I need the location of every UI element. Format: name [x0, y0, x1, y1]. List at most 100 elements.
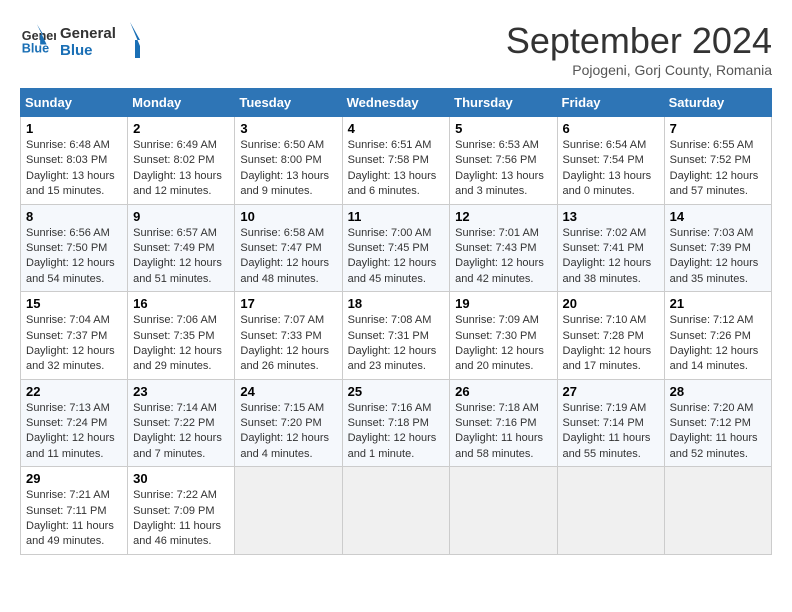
- calendar-cell: 24 Sunrise: 7:15 AMSunset: 7:20 PMDayligh…: [235, 379, 342, 467]
- calendar-cell: 16 Sunrise: 7:06 AMSunset: 7:35 PMDayligh…: [128, 292, 235, 380]
- day-number: 8: [26, 209, 122, 224]
- calendar-cell: [342, 467, 450, 555]
- day-detail: Sunrise: 7:21 AMSunset: 7:11 PMDaylight:…: [26, 489, 114, 547]
- calendar-cell: 18 Sunrise: 7:08 AMSunset: 7:31 PMDayligh…: [342, 292, 450, 380]
- calendar-cell: 26 Sunrise: 7:18 AMSunset: 7:16 PMDayligh…: [450, 379, 557, 467]
- day-detail: Sunrise: 7:20 AMSunset: 7:12 PMDaylight:…: [670, 402, 758, 460]
- calendar-cell: 27 Sunrise: 7:19 AMSunset: 7:14 PMDayligh…: [557, 379, 664, 467]
- day-number: 24: [240, 384, 336, 399]
- day-detail: Sunrise: 6:56 AMSunset: 7:50 PMDaylight:…: [26, 227, 115, 285]
- day-number: 4: [348, 121, 445, 136]
- calendar-table: SundayMondayTuesdayWednesdayThursdayFrid…: [20, 88, 772, 555]
- day-number: 18: [348, 296, 445, 311]
- day-number: 25: [348, 384, 445, 399]
- calendar-cell: 9 Sunrise: 6:57 AMSunset: 7:49 PMDaylight…: [128, 204, 235, 292]
- day-detail: Sunrise: 6:51 AMSunset: 7:58 PMDaylight:…: [348, 139, 437, 197]
- day-number: 21: [670, 296, 766, 311]
- page-header: General Blue General Blue September 2024…: [20, 20, 772, 78]
- calendar-cell: 17 Sunrise: 7:07 AMSunset: 7:33 PMDayligh…: [235, 292, 342, 380]
- day-detail: Sunrise: 7:08 AMSunset: 7:31 PMDaylight:…: [348, 314, 437, 372]
- day-detail: Sunrise: 7:18 AMSunset: 7:16 PMDaylight:…: [455, 402, 543, 460]
- day-number: 6: [563, 121, 659, 136]
- day-detail: Sunrise: 7:01 AMSunset: 7:43 PMDaylight:…: [455, 227, 544, 285]
- calendar-cell: [664, 467, 771, 555]
- calendar-cell: 14 Sunrise: 7:03 AMSunset: 7:39 PMDayligh…: [664, 204, 771, 292]
- day-number: 27: [563, 384, 659, 399]
- day-detail: Sunrise: 7:10 AMSunset: 7:28 PMDaylight:…: [563, 314, 652, 372]
- calendar-cell: 11 Sunrise: 7:00 AMSunset: 7:45 PMDayligh…: [342, 204, 450, 292]
- day-number: 30: [133, 471, 229, 486]
- calendar-cell: 22 Sunrise: 7:13 AMSunset: 7:24 PMDayligh…: [21, 379, 128, 467]
- day-detail: Sunrise: 7:04 AMSunset: 7:37 PMDaylight:…: [26, 314, 115, 372]
- day-detail: Sunrise: 6:50 AMSunset: 8:00 PMDaylight:…: [240, 139, 329, 197]
- day-number: 16: [133, 296, 229, 311]
- day-number: 26: [455, 384, 551, 399]
- calendar-week-3: 15 Sunrise: 7:04 AMSunset: 7:37 PMDayligh…: [21, 292, 772, 380]
- day-number: 22: [26, 384, 122, 399]
- col-header-wednesday: Wednesday: [342, 89, 450, 117]
- calendar-body: 1 Sunrise: 6:48 AMSunset: 8:03 PMDaylight…: [21, 117, 772, 555]
- day-number: 13: [563, 209, 659, 224]
- svg-text:Blue: Blue: [60, 42, 93, 59]
- day-number: 11: [348, 209, 445, 224]
- calendar-cell: 23Sunrise: 7:14 AMSunset: 7:22 PMDayligh…: [128, 379, 235, 467]
- day-detail: Sunrise: 7:16 AMSunset: 7:18 PMDaylight:…: [348, 402, 437, 460]
- day-detail: Sunrise: 6:54 AMSunset: 7:54 PMDaylight:…: [563, 139, 652, 197]
- col-header-thursday: Thursday: [450, 89, 557, 117]
- day-detail: Sunrise: 6:55 AMSunset: 7:52 PMDaylight:…: [670, 139, 759, 197]
- day-detail: Sunrise: 7:03 AMSunset: 7:39 PMDaylight:…: [670, 227, 759, 285]
- day-number: 9: [133, 209, 229, 224]
- calendar-cell: 6 Sunrise: 6:54 AMSunset: 7:54 PMDaylight…: [557, 117, 664, 205]
- day-detail: Sunrise: 6:48 AMSunset: 8:03 PMDaylight:…: [26, 139, 115, 197]
- day-number: 2: [133, 121, 229, 136]
- calendar-cell: 10 Sunrise: 6:58 AMSunset: 7:47 PMDayligh…: [235, 204, 342, 292]
- calendar-cell: 19 Sunrise: 7:09 AMSunset: 7:30 PMDayligh…: [450, 292, 557, 380]
- col-header-saturday: Saturday: [664, 89, 771, 117]
- day-number: 29: [26, 471, 122, 486]
- calendar-cell: 13 Sunrise: 7:02 AMSunset: 7:41 PMDayligh…: [557, 204, 664, 292]
- day-number: 5: [455, 121, 551, 136]
- calendar-subtitle: Pojogeni, Gorj County, Romania: [506, 62, 772, 78]
- col-header-friday: Friday: [557, 89, 664, 117]
- day-number: 20: [563, 296, 659, 311]
- day-number: 14: [670, 209, 766, 224]
- day-number: 15: [26, 296, 122, 311]
- day-detail: Sunrise: 7:12 AMSunset: 7:26 PMDaylight:…: [670, 314, 759, 372]
- day-number: 23: [133, 384, 229, 399]
- day-number: 10: [240, 209, 336, 224]
- calendar-cell: 5Sunrise: 6:53 AMSunset: 7:56 PMDaylight…: [450, 117, 557, 205]
- day-number: 28: [670, 384, 766, 399]
- calendar-cell: 7Sunrise: 6:55 AMSunset: 7:52 PMDaylight…: [664, 117, 771, 205]
- calendar-cell: 29 Sunrise: 7:21 AMSunset: 7:11 PMDayligh…: [21, 467, 128, 555]
- calendar-cell: 4 Sunrise: 6:51 AMSunset: 7:58 PMDaylight…: [342, 117, 450, 205]
- day-detail: Sunrise: 7:19 AMSunset: 7:14 PMDaylight:…: [563, 402, 651, 460]
- day-number: 17: [240, 296, 336, 311]
- day-detail: Sunrise: 6:57 AMSunset: 7:49 PMDaylight:…: [133, 227, 222, 285]
- day-detail: Sunrise: 7:13 AMSunset: 7:24 PMDaylight:…: [26, 402, 115, 460]
- logo-svg: General Blue: [60, 20, 140, 60]
- col-header-monday: Monday: [128, 89, 235, 117]
- day-detail: Sunrise: 7:06 AMSunset: 7:35 PMDaylight:…: [133, 314, 222, 372]
- day-detail: Sunrise: 7:15 AMSunset: 7:20 PMDaylight:…: [240, 402, 329, 460]
- calendar-title: September 2024: [506, 20, 772, 62]
- calendar-cell: [450, 467, 557, 555]
- col-header-sunday: Sunday: [21, 89, 128, 117]
- day-detail: Sunrise: 7:22 AMSunset: 7:09 PMDaylight:…: [133, 489, 221, 547]
- calendar-cell: 8 Sunrise: 6:56 AMSunset: 7:50 PMDaylight…: [21, 204, 128, 292]
- day-detail: Sunrise: 6:49 AMSunset: 8:02 PMDaylight:…: [133, 139, 222, 197]
- calendar-cell: 3Sunrise: 6:50 AMSunset: 8:00 PMDaylight…: [235, 117, 342, 205]
- day-detail: Sunrise: 7:02 AMSunset: 7:41 PMDaylight:…: [563, 227, 652, 285]
- calendar-cell: 25 Sunrise: 7:16 AMSunset: 7:18 PMDayligh…: [342, 379, 450, 467]
- calendar-cell: 30 Sunrise: 7:22 AMSunset: 7:09 PMDayligh…: [128, 467, 235, 555]
- calendar-week-5: 29 Sunrise: 7:21 AMSunset: 7:11 PMDayligh…: [21, 467, 772, 555]
- day-number: 12: [455, 209, 551, 224]
- day-detail: Sunrise: 6:58 AMSunset: 7:47 PMDaylight:…: [240, 227, 329, 285]
- day-number: 19: [455, 296, 551, 311]
- calendar-cell: 21 Sunrise: 7:12 AMSunset: 7:26 PMDayligh…: [664, 292, 771, 380]
- day-detail: Sunrise: 7:07 AMSunset: 7:33 PMDaylight:…: [240, 314, 329, 372]
- col-header-tuesday: Tuesday: [235, 89, 342, 117]
- day-number: 1: [26, 121, 122, 136]
- calendar-cell: 1 Sunrise: 6:48 AMSunset: 8:03 PMDaylight…: [21, 117, 128, 205]
- day-detail: Sunrise: 7:09 AMSunset: 7:30 PMDaylight:…: [455, 314, 544, 372]
- day-detail: Sunrise: 7:00 AMSunset: 7:45 PMDaylight:…: [348, 227, 437, 285]
